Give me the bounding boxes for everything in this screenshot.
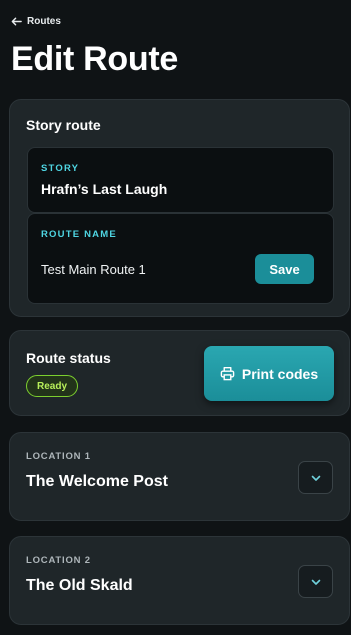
page-title: Edit Route xyxy=(11,40,178,78)
story-route-heading: Story route xyxy=(26,117,101,133)
arrow-left-icon xyxy=(11,17,22,26)
printer-icon xyxy=(220,366,235,381)
story-label: STORY xyxy=(41,163,80,174)
route-status-heading: Route status xyxy=(26,350,111,366)
location-name: The Welcome Post xyxy=(26,473,168,490)
location-card[interactable]: LOCATION 2 The Old Skald xyxy=(9,536,350,625)
route-name-input[interactable]: Test Main Route 1 xyxy=(41,262,146,277)
location-label: LOCATION 1 xyxy=(26,451,91,462)
route-status-card: Route status Ready Print codes xyxy=(9,330,350,416)
location-card[interactable]: LOCATION 1 The Welcome Post xyxy=(9,432,350,521)
chevron-down-icon xyxy=(311,579,320,585)
print-codes-label: Print codes xyxy=(241,365,319,382)
route-name-field: ROUTE NAME Test Main Route 1 Save xyxy=(27,213,334,304)
back-link-label: Routes xyxy=(27,16,61,27)
location-name: The Old Skald xyxy=(26,577,133,594)
story-route-card: Story route STORY Hrafn’s Last Laugh ROU… xyxy=(9,99,350,317)
save-button[interactable]: Save xyxy=(255,254,314,284)
back-link[interactable]: Routes xyxy=(11,16,61,27)
chevron-down-icon xyxy=(311,475,320,481)
print-codes-button[interactable]: Print codes xyxy=(204,346,334,401)
expand-location-button[interactable] xyxy=(298,461,333,494)
location-label: LOCATION 2 xyxy=(26,555,91,566)
expand-location-button[interactable] xyxy=(298,565,333,598)
story-value: Hrafn’s Last Laugh xyxy=(41,181,168,197)
story-field: STORY Hrafn’s Last Laugh xyxy=(27,147,334,213)
status-badge: Ready xyxy=(26,375,79,397)
route-name-label: ROUTE NAME xyxy=(41,229,117,240)
